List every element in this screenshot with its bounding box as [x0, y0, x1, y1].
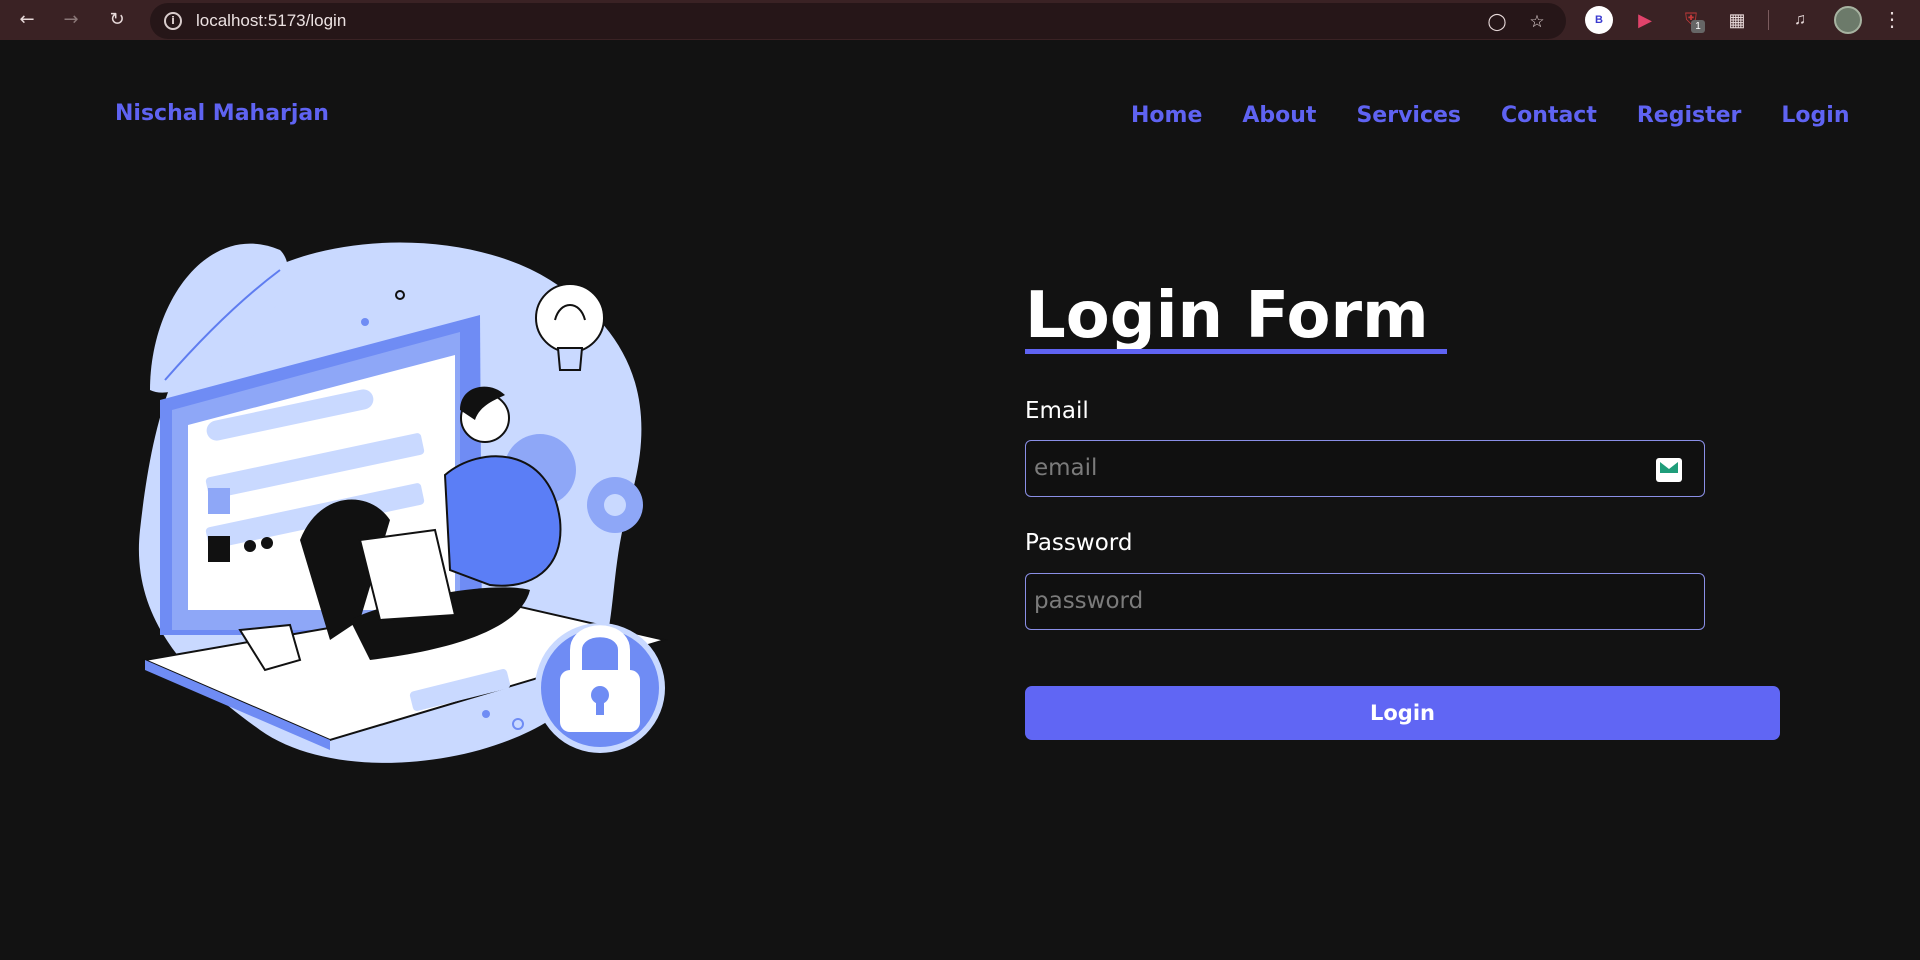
email-field[interactable]: email	[1025, 440, 1705, 497]
title-underline	[1025, 349, 1447, 354]
password-placeholder: password	[1034, 588, 1144, 614]
nav-register[interactable]: Register	[1637, 103, 1742, 128]
nav-services[interactable]: Services	[1356, 103, 1461, 128]
nav-login[interactable]: Login	[1781, 103, 1849, 128]
email-placeholder: email	[1034, 455, 1098, 481]
extension-badge: 1	[1691, 20, 1705, 33]
form-title: Login Form	[1025, 279, 1447, 354]
address-bar[interactable]: i localhost:5173/login ◯ ☆	[150, 3, 1566, 39]
info-icon[interactable]: i	[164, 12, 182, 30]
brand-logo[interactable]: Nischal Maharjan	[115, 101, 329, 126]
password-label: Password	[1025, 530, 1133, 556]
toolbar-divider	[1768, 10, 1769, 30]
password-field[interactable]: password	[1025, 573, 1705, 630]
eye-off-icon[interactable]: ◯	[1486, 11, 1508, 33]
url-text[interactable]: localhost:5173/login	[196, 11, 346, 31]
login-form: Login Form Email email Password password…	[1025, 279, 1785, 740]
nav-about[interactable]: About	[1242, 103, 1316, 128]
login-button[interactable]: Login	[1025, 686, 1780, 740]
ublock-shield-icon[interactable]: ⛨ 1	[1677, 6, 1705, 34]
browser-toolbar: ← → ↻ i localhost:5173/login ◯ ☆ B ▶ ⛨ 1 …	[0, 0, 1920, 40]
login-illustration	[138, 242, 669, 763]
star-icon[interactable]: ☆	[1526, 11, 1548, 33]
media-control-icon[interactable]: ♫	[1786, 6, 1814, 34]
play-extension-icon[interactable]: ▶	[1631, 6, 1659, 34]
profile-avatar[interactable]	[1834, 6, 1862, 34]
email-label: Email	[1025, 398, 1089, 424]
kebab-menu-icon[interactable]: ⋮	[1878, 6, 1906, 34]
reload-icon[interactable]: ↻	[103, 6, 131, 34]
extension-b-icon[interactable]: B	[1585, 6, 1613, 34]
nav-contact[interactable]: Contact	[1501, 103, 1597, 128]
back-arrow-icon[interactable]: ←	[13, 6, 41, 34]
extensions-puzzle-icon[interactable]: ▦	[1723, 6, 1751, 34]
main-navigation: Home About Services Contact Register Log…	[1131, 103, 1850, 128]
mail-icon[interactable]	[1656, 458, 1682, 482]
form-title-text: Login Form	[1025, 279, 1429, 353]
nav-home[interactable]: Home	[1131, 103, 1202, 128]
forward-arrow-icon[interactable]: →	[57, 6, 85, 34]
